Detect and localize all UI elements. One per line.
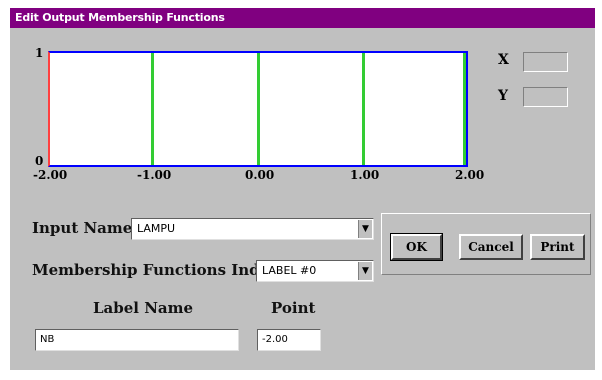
mf-index-label: Membership Functions Index	[32, 261, 279, 279]
x-tick-label: 2.00	[455, 168, 485, 182]
x-coord-field	[523, 52, 568, 72]
chevron-down-icon[interactable]: ▼	[358, 262, 372, 280]
print-button[interactable]: Print	[530, 234, 585, 260]
x-tick-label: -2.00	[33, 168, 68, 182]
title-bar[interactable]: Edit Output Membership Functions	[10, 8, 595, 28]
chevron-down-icon[interactable]: ▼	[358, 220, 372, 238]
point-field[interactable]: -2.00	[257, 329, 321, 351]
x-tick-label: 0.00	[245, 168, 275, 182]
label-name-header: Label Name	[93, 299, 194, 317]
mf-index-select[interactable]: LABEL #0 ▼	[256, 260, 374, 282]
x-tick-label: -1.00	[137, 168, 172, 182]
membership-line-4	[463, 53, 466, 165]
membership-line-2	[257, 53, 260, 165]
ok-button[interactable]: OK	[390, 233, 443, 261]
cancel-button[interactable]: Cancel	[459, 234, 523, 260]
membership-plot[interactable]	[48, 51, 468, 167]
input-name-value: LAMPU	[137, 222, 176, 235]
mf-index-value: LABEL #0	[262, 264, 317, 277]
membership-line-3	[362, 53, 365, 165]
input-name-select[interactable]: LAMPU ▼	[131, 218, 374, 240]
label-name-value: NB	[40, 334, 55, 345]
point-header: Point	[271, 299, 316, 317]
window-title: Edit Output Membership Functions	[15, 11, 225, 24]
dialog-window: Edit Output Membership Functions 1 0 -2.…	[10, 8, 595, 370]
input-name-label: Input Name	[32, 219, 133, 237]
membership-line-1	[151, 53, 154, 165]
point-value: -2.00	[262, 334, 288, 345]
label-name-field[interactable]: NB	[35, 329, 239, 351]
y-coord-field	[523, 87, 568, 107]
x-tick-label: 1.00	[350, 168, 380, 182]
x-coord-label: X	[498, 52, 509, 68]
y-coord-label: Y	[498, 88, 508, 104]
y-min-label: 0	[35, 154, 44, 168]
y-max-label: 1	[35, 46, 44, 60]
